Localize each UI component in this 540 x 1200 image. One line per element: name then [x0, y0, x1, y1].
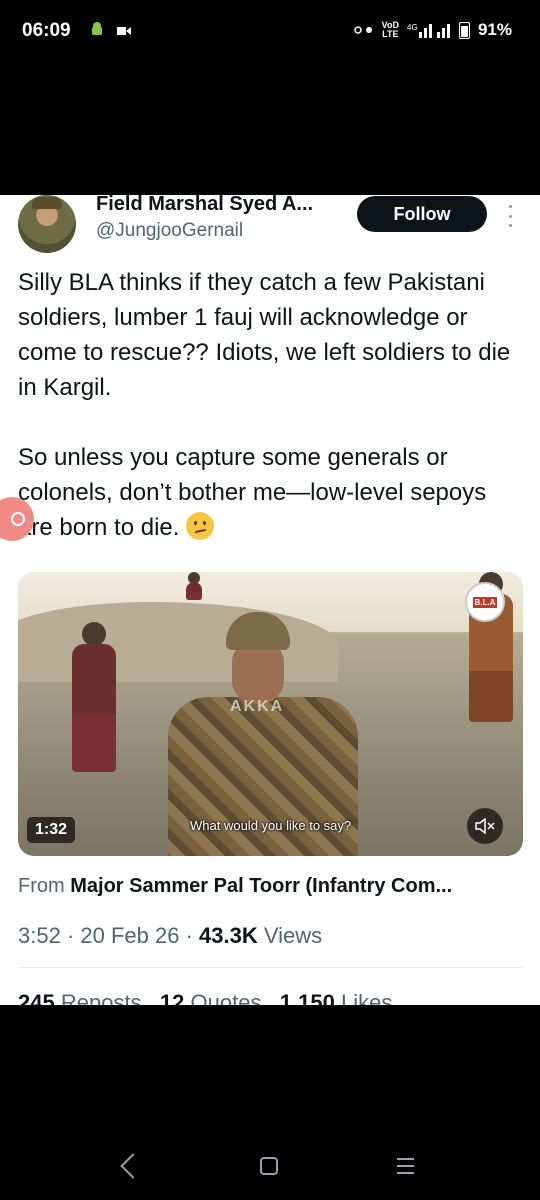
signal-icon: 4G	[407, 23, 450, 38]
tweet-text: Silly BLA thinks if they catch a few Pak…	[18, 265, 523, 580]
back-icon[interactable]	[120, 1153, 146, 1179]
tweet-date: 20 Feb 26	[80, 923, 180, 948]
tweet-card: Field Marshal Syed A... @JungjooGernail …	[0, 195, 540, 1005]
reposts-stat[interactable]: 245 Reposts	[18, 990, 142, 1005]
views-label: Views	[263, 923, 323, 948]
speaker-muted-icon	[475, 818, 495, 834]
battery-percent: 91%	[477, 20, 512, 39]
tweet-paragraph-2: So unless you capture some generals or c…	[18, 444, 487, 541]
bla-logo: B.L.A	[465, 582, 505, 622]
svg-text:4G: 4G	[407, 23, 418, 32]
video-subtitle: What would you like to say?	[190, 818, 352, 833]
video-camera-icon	[117, 27, 131, 35]
tweet-paragraph-1: Silly BLA thinks if they catch a few Pak…	[18, 269, 511, 401]
system-nav-bar	[0, 1140, 540, 1200]
hotspot-icon	[353, 26, 372, 34]
quotes-stat[interactable]: 12 Quotes	[160, 990, 262, 1005]
views-count: 43.3K	[199, 923, 258, 948]
figure-distant	[184, 572, 204, 600]
video-watermark: AKKA	[230, 698, 285, 715]
attribution-source-link[interactable]: Major Sammer Pal Toorr (Infantry Com...	[70, 875, 452, 897]
battery-icon	[458, 21, 470, 39]
engagement-stats: 245 Reposts 12 Quotes 1,150 Likes	[18, 990, 392, 1005]
video-attribution: From Major Sammer Pal Toorr (Infantry Co…	[18, 875, 453, 897]
divider	[18, 967, 523, 968]
follow-button[interactable]: Follow	[357, 196, 487, 232]
mute-button[interactable]	[467, 808, 503, 844]
avatar[interactable]	[18, 195, 76, 253]
home-icon[interactable]	[260, 1157, 278, 1175]
video-duration: 1:32	[27, 817, 76, 843]
android-icon	[92, 22, 102, 35]
recent-apps-icon[interactable]	[397, 1158, 414, 1174]
display-name[interactable]: Field Marshal Syed A...	[96, 195, 313, 216]
tweet-time: 3:52	[18, 923, 61, 948]
status-bar: 06:09 VoD LTE 4G 91%	[0, 0, 540, 60]
figure-left	[66, 622, 122, 772]
status-time: 06:09	[22, 20, 71, 41]
tweet-meta: 3:52 · 20 Feb 26 · 43.3K Views	[18, 923, 323, 948]
confused-face-icon	[186, 512, 215, 540]
more-options-icon[interactable]	[506, 205, 514, 227]
video-player[interactable]: AKKA B.L.A 1:32 What would you like to s…	[18, 572, 523, 856]
volte-icon: VoD LTE	[381, 20, 399, 39]
user-handle[interactable]: @JungjooGernail	[96, 220, 243, 242]
likes-stat[interactable]: 1,150 Likes	[280, 990, 393, 1005]
